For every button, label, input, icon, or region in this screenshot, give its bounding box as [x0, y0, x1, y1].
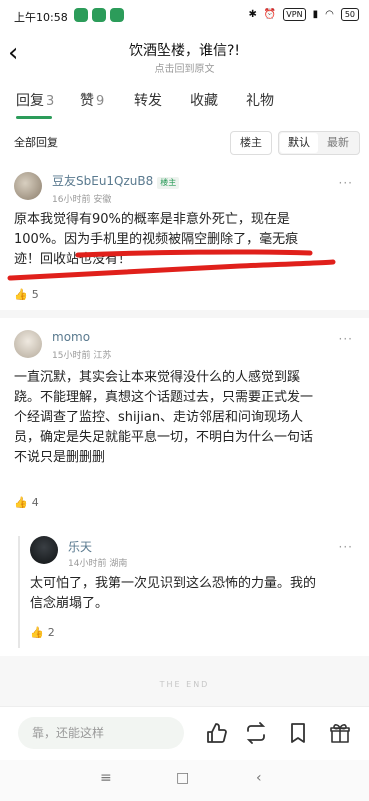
signal-icon: ▮	[312, 9, 319, 20]
gift-icon[interactable]	[328, 721, 352, 745]
tab-replies[interactable]: 回复 3	[16, 90, 54, 110]
bottom-action-bar: 靠，还能这样	[0, 706, 369, 761]
louzhu-badge: 楼主	[157, 177, 180, 189]
like-button[interactable]: 👍 2	[30, 626, 55, 639]
more-options-icon[interactable]: ···	[339, 332, 353, 346]
repost-icon[interactable]	[244, 721, 268, 745]
comment-item: 豆友SbEu1QzuB8 楼主 16小时前 安徽 ··· 原本我觉得有90%的概率…	[0, 162, 369, 307]
like-button[interactable]: 👍 4	[14, 496, 39, 509]
tab-favorites[interactable]: 收藏	[190, 90, 218, 110]
avatar[interactable]	[30, 536, 58, 564]
comment-author[interactable]: 乐天	[68, 538, 92, 555]
sort-toggle: 默认 最新	[278, 131, 360, 155]
battery-icon: 50	[340, 8, 359, 21]
avatar[interactable]	[14, 330, 42, 358]
active-tab-indicator	[16, 116, 52, 119]
comment-body: 太可怕了，我第一次见识到这么恐怖的力量。我的 信念崩塌了。	[30, 576, 317, 611]
status-icons: ✱ ⏰ VPN ▮ ◠ 50	[248, 8, 359, 21]
divider	[0, 310, 369, 318]
like-button[interactable]: 👍 5	[14, 288, 39, 301]
reply-item: 乐天 14小时前 湖南 ··· 太可怕了，我第一次见识到这么恐怖的力量。我的 信…	[0, 534, 369, 649]
tab-reposts[interactable]: 转发	[134, 90, 162, 110]
reply-input[interactable]: 靠，还能这样	[18, 717, 184, 749]
page-title: 饮酒坠楼，谁信?!	[128, 43, 241, 59]
avatar[interactable]	[14, 172, 42, 200]
the-end-label: THE END	[159, 680, 210, 689]
like-icon[interactable]	[204, 721, 228, 745]
comment-author[interactable]: 豆友SbEu1QzuB8 楼主	[52, 172, 180, 189]
tab-likes[interactable]: 赞9	[80, 90, 104, 110]
comment-item: momo 15小时前 江苏 ··· 一直沉默，其实会让本来觉得没什么的人感觉到蹊…	[0, 322, 369, 522]
comment-body: 一直沉默，其实会让本来觉得没什么的人感觉到蹊 跷。不能理解，真想这个话题过去，只…	[14, 370, 314, 465]
back-nav-icon[interactable]: ‹	[256, 770, 262, 786]
status-bar: 上午10:58 ✱ ⏰ VPN ▮ ◠ 50	[0, 0, 369, 30]
more-options-icon[interactable]: ···	[339, 540, 353, 554]
sort-latest-button[interactable]: 最新	[319, 133, 357, 153]
alarm-icon: ⏰	[263, 9, 277, 20]
back-to-original-link[interactable]: 点击回到原文	[0, 60, 369, 75]
page-header: ‹ 饮酒坠楼，谁信?! 点击回到原文	[0, 30, 369, 80]
comment-body: 原本我觉得有90%的概率是非意外死亡，现在是 100%。因为手机里的视频被隔空删…	[14, 212, 299, 267]
comment-author[interactable]: momo	[52, 330, 90, 344]
tab-gifts[interactable]: 礼物	[246, 90, 274, 110]
more-options-icon[interactable]: ···	[339, 176, 353, 190]
menu-icon[interactable]: ≡	[100, 770, 112, 786]
tab-bar: 回复 3 赞9 转发 收藏 礼物	[0, 88, 369, 120]
comment-meta: 16小时前 安徽	[52, 195, 112, 205]
thumbs-up-icon: 👍	[14, 288, 28, 301]
app-notification-icon	[74, 8, 88, 22]
app-notification-icon	[110, 8, 124, 22]
filter-louzhu-button[interactable]: 楼主	[230, 131, 272, 155]
status-time: 上午10:58	[14, 11, 68, 24]
sort-default-button[interactable]: 默认	[280, 133, 318, 153]
thumbs-up-icon: 👍	[30, 626, 44, 639]
thumbs-up-icon: 👍	[14, 496, 28, 509]
wifi-icon: ◠	[325, 9, 334, 20]
app-notification-icon	[92, 8, 106, 22]
system-nav-bar: ≡ □ ‹	[0, 760, 369, 801]
comment-meta: 14小时前 湖南	[68, 559, 128, 569]
favorite-icon[interactable]	[286, 721, 310, 745]
all-replies-label: 全部回复	[14, 136, 58, 149]
comment-meta: 15小时前 江苏	[52, 351, 112, 361]
sort-bar: 全部回复 楼主 默认 最新	[0, 122, 369, 158]
home-icon[interactable]: □	[176, 770, 189, 786]
bluetooth-icon: ✱	[248, 9, 257, 20]
vpn-icon: VPN	[283, 8, 306, 21]
